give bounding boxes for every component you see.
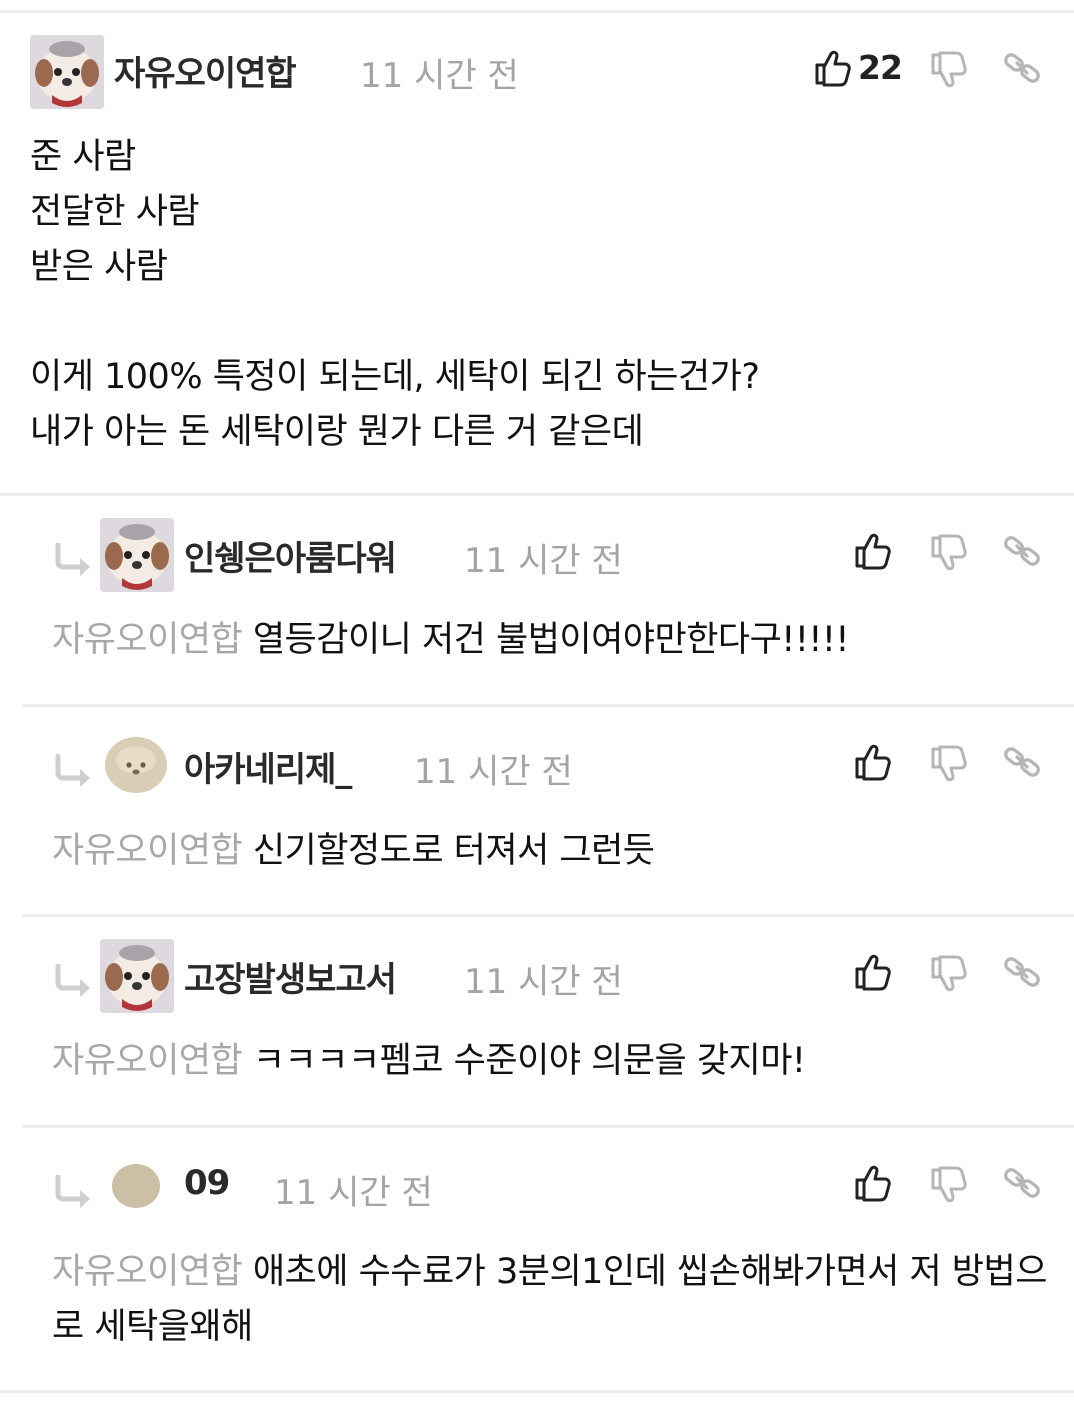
reply-time: 11 시간 전 xyxy=(414,752,573,792)
thumbs-up-icon[interactable] xyxy=(812,48,852,88)
thumbs-down-icon[interactable] xyxy=(928,744,968,784)
reply-text: 신기할정도로 터져서 그런듯 xyxy=(252,831,655,871)
comment-author[interactable]: 자유오이연합 xyxy=(114,46,297,95)
link-icon[interactable] xyxy=(1002,952,1042,992)
reply-arrow-icon xyxy=(52,543,94,577)
thumbs-down-icon[interactable] xyxy=(928,533,968,573)
avatar[interactable] xyxy=(100,939,174,1013)
reply-text: ㅋㅋㅋㅋ펨코 수준이야 의문을 갖지마! xyxy=(252,1041,806,1081)
reply-arrow-icon xyxy=(52,1175,94,1209)
avatar[interactable] xyxy=(104,736,168,794)
mention-tag[interactable]: 자유오이연합 xyxy=(52,1041,243,1081)
thumbs-down-icon[interactable] xyxy=(928,50,968,90)
reply-author[interactable]: 09 xyxy=(184,1163,230,1203)
thumbs-down-icon[interactable] xyxy=(928,1165,968,1205)
thumbs-up-icon[interactable] xyxy=(852,531,892,571)
reply-time: 11 시간 전 xyxy=(464,541,623,581)
thumbs-up-icon[interactable] xyxy=(852,1163,892,1203)
mention-tag[interactable]: 자유오이연합 xyxy=(52,831,243,871)
reply-body: 자유오이연합 ㅋㅋㅋㅋ펨코 수준이야 의문을 갖지마! xyxy=(52,1034,806,1089)
avatar[interactable] xyxy=(30,35,104,109)
reply-item: 고장발생보고서 11 시간 전 자유오이연합 ㅋㅋㅋㅋ펨코 수준이야 의문을 갖… xyxy=(0,916,1074,1126)
thumbs-up-icon[interactable] xyxy=(852,952,892,992)
like-count: 22 xyxy=(858,48,903,87)
link-icon[interactable] xyxy=(1002,531,1042,571)
reply-item: 인쉥은아룸다워 11 시간 전 자유오이연합 열등감이니 저건 불법이여야만한다… xyxy=(0,495,1074,705)
thumbs-up-icon[interactable] xyxy=(852,742,892,782)
mention-tag[interactable]: 자유오이연합 xyxy=(52,620,243,660)
comment-body: 준 사람 전달한 사람 받은 사람 이게 100% 특정이 되는데, 세탁이 되… xyxy=(30,137,760,452)
divider xyxy=(0,1390,1074,1393)
avatar[interactable] xyxy=(104,1157,168,1215)
link-icon[interactable] xyxy=(1002,742,1042,782)
reply-author[interactable]: 고장발생보고서 xyxy=(184,952,397,1001)
reply-author[interactable]: 인쉥은아룸다워 xyxy=(184,531,397,580)
reply-time: 11 시간 전 xyxy=(464,962,623,1002)
reply-author[interactable]: 아카네리제_ xyxy=(184,742,352,791)
mention-tag[interactable]: 자유오이연합 xyxy=(52,1252,243,1292)
reply-item: 아카네리제_ 11 시간 전 자유오이연합 신기할정도로 터져서 그런듯 xyxy=(0,706,1074,916)
link-icon[interactable] xyxy=(1002,1163,1042,1203)
comment-time: 11 시간 전 xyxy=(360,56,519,96)
reply-body: 자유오이연합 애초에 수수료가 3분의1인데 씹손해봐가면서 저 방법으로 세탁… xyxy=(52,1245,1052,1355)
reply-time: 11 시간 전 xyxy=(274,1173,433,1213)
comment-main: 자유오이연합 11 시간 전 22 준 사람 전달한 사람 받은 사람 이게 1… xyxy=(0,0,1074,495)
avatar[interactable] xyxy=(100,518,174,592)
thumbs-down-icon[interactable] xyxy=(928,954,968,994)
reply-body: 자유오이연합 신기할정도로 터져서 그런듯 xyxy=(52,824,655,879)
link-icon[interactable] xyxy=(1002,48,1042,88)
reply-item: 09 11 시간 전 자유오이연합 애초에 수수료가 3분의1인데 씹손해봐가면… xyxy=(0,1127,1074,1392)
reply-arrow-icon xyxy=(52,754,94,788)
reply-arrow-icon xyxy=(52,964,94,998)
reply-text: 열등감이니 저건 불법이여야만한다구!!!!! xyxy=(252,620,850,660)
reply-body: 자유오이연합 열등감이니 저건 불법이여야만한다구!!!!! xyxy=(52,613,849,668)
